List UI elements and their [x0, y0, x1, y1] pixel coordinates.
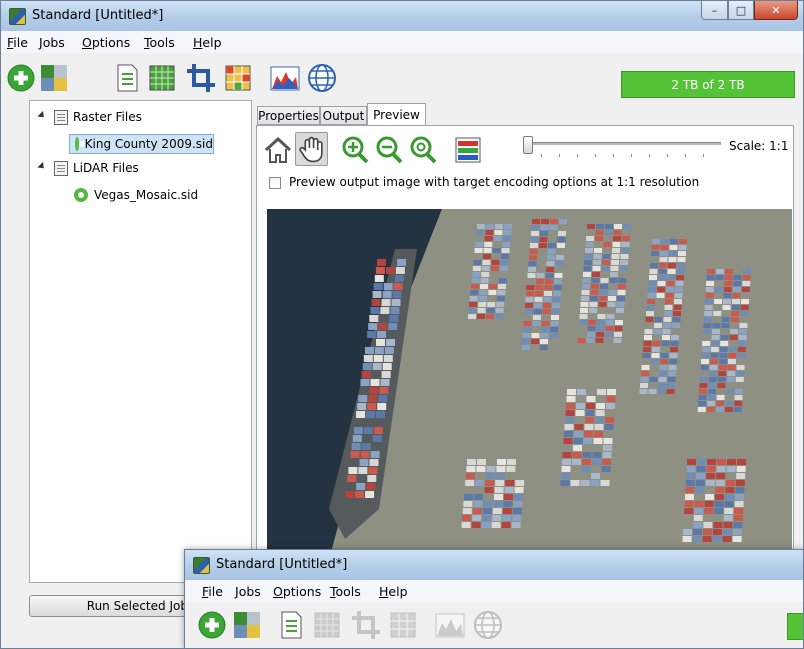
mosaic-icon[interactable] [38, 62, 70, 94]
maximize-button[interactable]: □ [728, 1, 754, 20]
slider-tick [649, 154, 650, 157]
menu-options[interactable]: Options [273, 584, 321, 599]
slider-track [523, 142, 721, 145]
raster-file-icon [54, 109, 68, 125]
slider-tick [703, 154, 704, 157]
zoom-in-icon[interactable] [340, 135, 370, 165]
minimize-icon: – [711, 3, 718, 17]
grid-icon[interactable] [146, 62, 178, 94]
menu-help[interactable]: Help [193, 35, 222, 50]
app-icon [193, 557, 210, 574]
menu-jobs[interactable]: Jobs [235, 584, 261, 599]
add-icon[interactable] [196, 609, 228, 641]
tab-properties[interactable]: Properties [257, 106, 320, 125]
preview-encoding-checkbox[interactable] [269, 177, 281, 189]
tree-group-lidar[interactable]: LiDAR Files [30, 158, 240, 178]
tree-item-king-county[interactable]: King County 2009.sid [69, 134, 214, 154]
slider-tick [541, 154, 542, 157]
menu-file[interactable]: File [7, 35, 28, 50]
lidar-file-icon [54, 160, 68, 176]
crop-icon[interactable] [185, 62, 217, 94]
crop-icon [352, 611, 380, 639]
file-status-icon [75, 137, 85, 151]
preview-encoding-label: Preview output image with target encodin… [289, 175, 700, 189]
app-icon [9, 8, 26, 25]
menu-file[interactable]: File [202, 584, 223, 599]
bands-icon[interactable] [453, 135, 483, 165]
menu-bar: File Jobs Options Tools Help [1, 31, 803, 53]
document-list-icon[interactable] [275, 609, 307, 641]
expand-arrow-icon[interactable] [37, 110, 47, 121]
second-title-bar[interactable]: Standard [Untitled*] [185, 550, 803, 580]
tab-preview[interactable]: Preview [367, 103, 426, 125]
close-button[interactable]: ✕ [754, 1, 798, 20]
tree-group-label: LiDAR Files [73, 161, 139, 175]
close-icon: ✕ [771, 3, 781, 17]
menu-tools[interactable]: Tools [330, 584, 361, 599]
menu-tools[interactable]: Tools [144, 35, 175, 50]
slider-tick [667, 154, 668, 157]
globe-icon[interactable] [306, 62, 338, 94]
menu-help[interactable]: Help [379, 584, 408, 599]
color-grid-icon [390, 612, 416, 638]
slider-tick [631, 154, 632, 157]
slider-tick [613, 154, 614, 157]
maximize-icon: □ [735, 3, 747, 17]
histogram-icon [435, 613, 465, 638]
storage-status-bar [787, 613, 803, 640]
second-window: Standard [Untitled*] File Jobs Options T… [184, 549, 803, 648]
preview-image[interactable] [267, 209, 792, 585]
scale-label: Scale: 1:1 [729, 139, 789, 153]
home-icon[interactable] [263, 135, 293, 165]
slider-thumb[interactable] [523, 136, 533, 154]
tree-group-label: Raster Files [73, 110, 142, 124]
scale-slider[interactable] [523, 136, 723, 160]
globe-icon [474, 611, 502, 639]
tree-item-vegas-mosaic[interactable]: Vegas_Mosaic.sid [69, 185, 234, 205]
aerial-photo [267, 209, 792, 585]
expand-arrow-icon[interactable] [37, 161, 47, 172]
slider-tick [559, 154, 560, 157]
tab-output[interactable]: Output [320, 106, 367, 125]
grid-icon [314, 612, 340, 638]
second-window-title: Standard [Untitled*] [216, 557, 348, 572]
slider-tick [595, 154, 596, 157]
menu-jobs[interactable]: Jobs [39, 35, 65, 50]
file-status-icon [74, 188, 88, 202]
histogram-icon[interactable] [269, 62, 301, 94]
zoom-fit-icon[interactable] [408, 135, 438, 165]
job-tree: Raster Files King County 2009.sid LiDAR … [29, 100, 252, 583]
mosaic-icon[interactable] [231, 609, 263, 641]
storage-status-text: 2 TB of 2 TB [671, 77, 745, 92]
slider-tick [685, 154, 686, 157]
slider-tick [577, 154, 578, 157]
title-bar[interactable]: Standard [Untitled*] – □ ✕ [1, 1, 803, 31]
document-list-icon[interactable] [111, 62, 143, 94]
add-icon[interactable] [5, 62, 37, 94]
window-title: Standard [Untitled*] [32, 8, 164, 23]
tree-item-label: King County 2009.sid [84, 137, 213, 151]
tree-item-label: Vegas_Mosaic.sid [94, 188, 199, 202]
tree-group-raster[interactable]: Raster Files [30, 107, 240, 127]
zoom-out-icon[interactable] [374, 135, 404, 165]
pan-hand-button[interactable] [295, 132, 328, 166]
storage-status-bar: 2 TB of 2 TB [621, 71, 795, 98]
second-menu-bar: File Jobs Options Tools Help [185, 580, 803, 602]
minimize-button[interactable]: – [701, 1, 728, 20]
color-grid-icon[interactable] [222, 62, 254, 94]
main-window: Standard [Untitled*] – □ ✕ File Jobs Opt… [0, 0, 804, 649]
pan-hand-icon [299, 136, 323, 163]
menu-options[interactable]: Options [82, 35, 130, 50]
